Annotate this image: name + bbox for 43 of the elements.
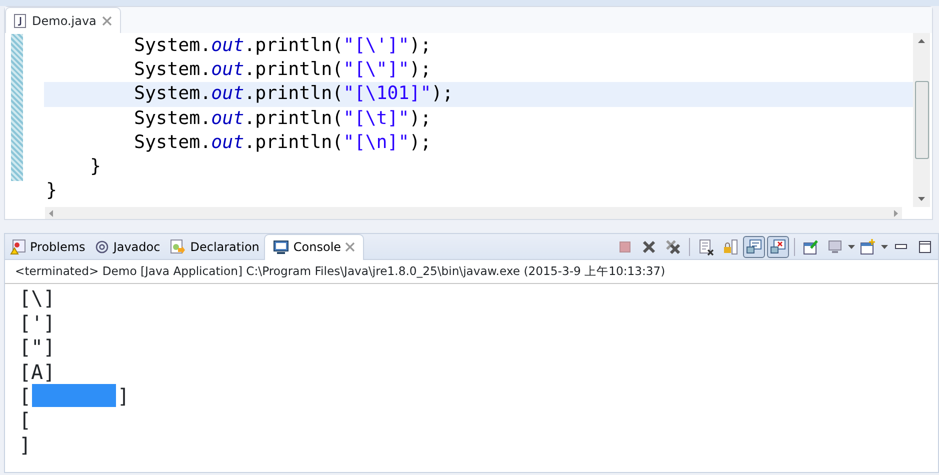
code-line: System.out.println("[\']"); <box>133 34 432 58</box>
output-line: ['] <box>19 310 56 336</box>
new-console-icon <box>859 238 877 256</box>
dropdown-caret-icon <box>848 244 855 248</box>
java-file-icon <box>14 14 26 28</box>
console-output-button[interactable] <box>743 236 765 258</box>
dropdown-caret-icon <box>881 244 888 248</box>
scroll-down-icon[interactable] <box>918 197 925 201</box>
vertical-scrollbar[interactable] <box>913 33 930 207</box>
declaration-icon <box>170 238 186 254</box>
code-line: System.out.println("[\"]"); <box>133 58 432 82</box>
scroll-up-icon[interactable] <box>918 39 925 43</box>
view-tab[interactable]: Problems <box>5 234 90 260</box>
display-console-icon <box>826 238 844 256</box>
pin-icon <box>802 238 820 256</box>
console-status: <terminated> Demo [Java Application] C:\Program Files\Java\jre1.8.0_25\bin\javaw.exe (2015-3-9 上午10:13:37) <box>5 260 938 284</box>
output-text: ] <box>117 384 130 408</box>
view-tab[interactable]: Console <box>264 234 364 260</box>
view-tab[interactable]: Declaration <box>165 234 264 260</box>
remove-all-icon <box>664 238 682 256</box>
console-output-icon <box>745 238 763 256</box>
minimize-icon <box>895 244 907 249</box>
output-line: [\] <box>19 286 56 311</box>
console-error-button[interactable] <box>767 236 789 258</box>
output-line: [ <box>19 408 32 433</box>
close-icon <box>102 16 112 26</box>
editor-tab[interactable]: Demo.java <box>5 7 122 33</box>
output-line: ["] <box>19 335 56 360</box>
code-line: } <box>89 154 102 179</box>
close-icon <box>345 242 356 252</box>
code-line: System.out.println("[\n]"); <box>133 130 432 155</box>
code-line: } <box>45 179 58 204</box>
output-line: ] <box>19 432 32 458</box>
console-icon <box>273 240 290 254</box>
output-line: [A] <box>19 360 56 384</box>
scroll-lock-icon <box>721 238 739 256</box>
code-line: System.out.println("[\t]"); <box>133 106 432 131</box>
problems-icon <box>10 238 26 254</box>
clear-console-icon <box>697 238 715 256</box>
maximize-icon <box>919 240 931 252</box>
output-text: [ <box>19 384 32 408</box>
view-tab[interactable]: Javadoc <box>90 234 166 260</box>
console-error-icon <box>769 238 787 256</box>
